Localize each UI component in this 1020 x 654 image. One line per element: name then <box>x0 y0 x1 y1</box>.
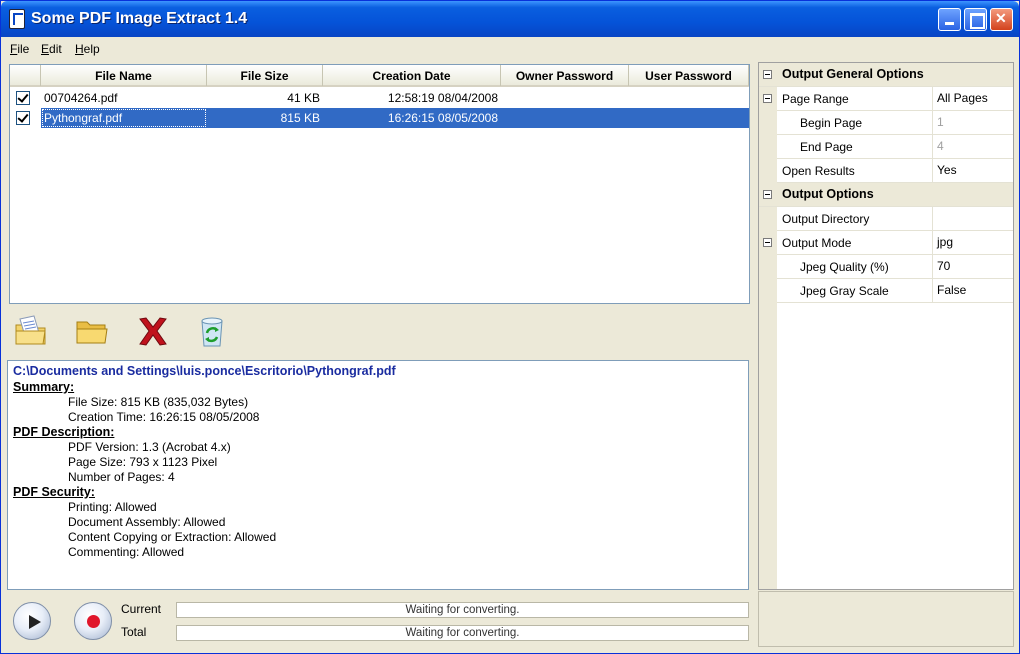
collapse-icon[interactable] <box>763 190 772 199</box>
delete-icon[interactable] <box>135 313 171 349</box>
property-value[interactable]: 1 <box>932 111 1013 134</box>
property-value[interactable]: jpg <box>932 231 1013 254</box>
property-value[interactable]: 70 <box>932 255 1013 278</box>
property-value[interactable]: False <box>932 279 1013 302</box>
window-title: Some PDF Image Extract 1.4 <box>31 10 248 27</box>
security-line: Commenting: Allowed <box>68 545 185 559</box>
header-check[interactable] <box>10 65 41 86</box>
property-grid: Output General Options Page Range All Pa… <box>758 62 1014 590</box>
description-line: Number of Pages: 4 <box>68 470 175 484</box>
row-margin <box>759 207 777 231</box>
property-label: Output Mode <box>782 236 852 250</box>
row-margin <box>759 159 777 183</box>
row-creation-date: 16:26:15 08/05/2008 <box>323 108 501 128</box>
file-path: C:\Documents and Settings\luis.ponce\Esc… <box>13 364 396 378</box>
row-margin <box>759 135 777 159</box>
property-label: Jpeg Gray Scale <box>800 284 889 298</box>
property-output-mode[interactable]: Output Mode jpg <box>759 231 1013 255</box>
row-file-size: 815 KB <box>207 108 323 128</box>
property-value[interactable]: 4 <box>932 135 1013 158</box>
total-label: Total <box>121 625 147 639</box>
property-open-results[interactable]: Open Results Yes <box>759 159 1013 183</box>
property-label: Begin Page <box>800 116 863 130</box>
title-bar[interactable]: Some PDF Image Extract 1.4 <box>1 1 1019 37</box>
property-label: Jpeg Quality (%) <box>800 260 889 274</box>
security-line: Printing: Allowed <box>68 500 157 514</box>
category-label: Output General Options <box>782 67 924 81</box>
row-margin <box>759 111 777 135</box>
summary-line: File Size: 815 KB (835,032 Bytes) <box>68 395 249 409</box>
row-user-password[interactable] <box>629 88 749 108</box>
close-button[interactable] <box>990 8 1013 31</box>
property-output-directory[interactable]: Output Directory <box>759 207 1013 231</box>
maximize-button[interactable] <box>964 8 987 31</box>
property-begin-page[interactable]: Begin Page 1 <box>759 111 1013 135</box>
recycle-icon[interactable] <box>194 313 230 349</box>
collapse-icon[interactable] <box>763 238 772 247</box>
property-value[interactable]: All Pages <box>932 87 1013 110</box>
menu-edit[interactable]: Edit <box>41 42 62 56</box>
header-creation-date[interactable]: Creation Date <box>323 65 501 86</box>
minimize-button[interactable] <box>938 8 961 31</box>
current-progress-bar: Waiting for converting. <box>176 602 749 618</box>
menu-help[interactable]: Help <box>75 42 100 56</box>
row-creation-date: 12:58:19 08/04/2008 <box>387 91 498 105</box>
header-owner-password[interactable]: Owner Password <box>501 65 629 86</box>
open-folder-icon[interactable] <box>74 313 110 349</box>
row-file-name: Pythongraf.pdf <box>41 108 207 128</box>
row-owner-password[interactable] <box>501 88 629 108</box>
app-window: Some PDF Image Extract 1.4 File Edit Hel… <box>0 0 1020 654</box>
row-file-name: 00704264.pdf <box>44 91 118 105</box>
security-heading: PDF Security: <box>13 485 95 499</box>
security-line: Content Copying or Extraction: Allowed <box>68 530 277 544</box>
property-jpeg-quality[interactable]: Jpeg Quality (%) 70 <box>759 255 1013 279</box>
start-button[interactable] <box>13 602 51 640</box>
property-label: Open Results <box>782 164 855 178</box>
header-file-name[interactable]: File Name <box>41 65 207 86</box>
header-user-password[interactable]: User Password <box>629 65 749 86</box>
row-file-size: 41 KB <box>287 91 320 105</box>
property-label: End Page <box>800 140 853 154</box>
property-label: Page Range <box>782 92 849 106</box>
category-output-options[interactable]: Output Options <box>759 183 1013 207</box>
security-line: Document Assembly: Allowed <box>68 515 226 529</box>
row-margin <box>759 279 777 303</box>
property-jpeg-gray-scale[interactable]: Jpeg Gray Scale False <box>759 279 1013 303</box>
table-row-selected[interactable]: Pythongraf.pdf 815 KB 16:26:15 08/05/200… <box>10 108 749 128</box>
description-line: PDF Version: 1.3 (Acrobat 4.x) <box>68 440 231 454</box>
property-end-page[interactable]: End Page 4 <box>759 135 1013 159</box>
header-file-size[interactable]: File Size <box>207 65 323 86</box>
stop-button[interactable] <box>74 602 112 640</box>
file-list-header: File Name File Size Creation Date Owner … <box>10 65 749 87</box>
description-line: Page Size: 793 x 1123 Pixel <box>68 455 218 469</box>
file-list[interactable]: File Name File Size Creation Date Owner … <box>9 64 750 304</box>
menu-bar: File Edit Help <box>1 39 1019 59</box>
grid-margin <box>759 303 777 589</box>
current-label: Current <box>121 602 162 616</box>
app-icon <box>9 9 25 29</box>
table-row[interactable]: 00704264.pdf 41 KB 12:58:19 08/04/2008 <box>10 88 749 108</box>
row-owner-password[interactable] <box>501 108 629 128</box>
property-value[interactable] <box>932 207 1013 230</box>
property-value[interactable]: Yes <box>932 159 1013 182</box>
collapse-icon[interactable] <box>763 94 772 103</box>
row-checkbox[interactable] <box>16 111 30 125</box>
property-label: Output Directory <box>782 212 870 226</box>
collapse-icon[interactable] <box>763 70 772 79</box>
file-info-panel: C:\Documents and Settings\luis.ponce\Esc… <box>7 360 749 590</box>
category-output-general[interactable]: Output General Options <box>759 63 1013 87</box>
row-margin <box>759 255 777 279</box>
summary-heading: Summary: <box>13 380 75 394</box>
add-files-icon[interactable] <box>13 313 49 349</box>
category-label: Output Options <box>782 187 874 201</box>
menu-file[interactable]: File <box>10 42 29 56</box>
description-heading: PDF Description: <box>13 425 115 439</box>
row-checkbox[interactable] <box>16 91 30 105</box>
summary-line: Creation Time: 16:26:15 08/05/2008 <box>68 410 260 424</box>
total-progress-bar: Waiting for converting. <box>176 625 749 641</box>
property-page-range[interactable]: Page Range All Pages <box>759 87 1013 111</box>
property-description-panel <box>758 591 1014 647</box>
row-user-password[interactable] <box>629 108 749 128</box>
